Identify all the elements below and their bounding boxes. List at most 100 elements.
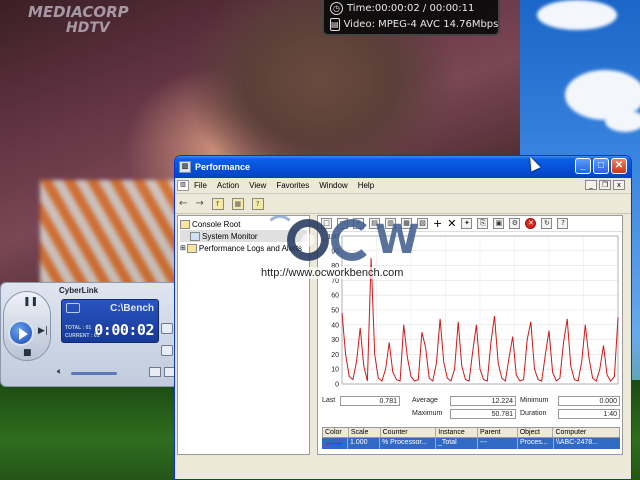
legend-cell-instance: _Total xyxy=(436,438,478,449)
legend-col-scale[interactable]: Scale xyxy=(349,428,381,437)
legend-header: Color Scale Counter Instance Parent Obje… xyxy=(322,427,620,438)
freeze-display-icon[interactable]: ✕ xyxy=(525,218,537,229)
menu-view[interactable]: View xyxy=(244,181,271,190)
legend-col-instance[interactable]: Instance xyxy=(436,428,478,437)
pause-icon[interactable]: ❚❚ xyxy=(23,297,38,307)
video-osd: ◷ Time:00:00:02 / 00:00:11 ▤ Video: MPEG-4… xyxy=(322,0,500,36)
side-button-2[interactable] xyxy=(161,345,173,356)
y-tick-label: 10 xyxy=(331,367,339,374)
maximum-value: 50.781 xyxy=(450,409,516,419)
menu-file[interactable]: File xyxy=(189,181,212,190)
mmc-icon: ▥ xyxy=(177,180,189,191)
volume-icon[interactable]: 🔈︎ xyxy=(57,367,62,377)
title-bar[interactable]: ▥ Performance _ □ ✕ xyxy=(175,156,631,178)
minimum-label: Minimum xyxy=(520,397,549,404)
mdi-controls: _ ❐ x xyxy=(585,180,625,190)
menu-favorites[interactable]: Favorites xyxy=(271,181,314,190)
mdi-minimize-button[interactable]: _ xyxy=(585,180,597,190)
y-tick-label: 40 xyxy=(331,322,339,329)
view-histogram-icon[interactable]: ▦ xyxy=(401,218,412,229)
menu-window[interactable]: Window xyxy=(314,181,352,190)
menu-action[interactable]: Action xyxy=(212,181,244,190)
minimum-value: 0.000 xyxy=(558,396,620,406)
performance-window: ▥ Performance _ □ ✕ ▥ File Action View F… xyxy=(174,155,632,480)
close-button[interactable]: ✕ xyxy=(611,158,627,174)
y-tick-label: 80 xyxy=(331,263,339,270)
tree-console-root[interactable]: Console Root xyxy=(180,218,307,230)
view-log-data-icon[interactable]: ▤ xyxy=(369,218,380,229)
properties-icon[interactable]: ⚙ xyxy=(509,218,521,229)
film-icon: ▤ xyxy=(330,17,340,31)
player-control-dial: ❚❚ ▶| ■ xyxy=(3,291,51,361)
monitor-toolbar: □ ◻ ⚡ ▤ ▥ ▦ ▧ + ✕ ✦ ⎘ ▣ ⚙ ✕ ↻ ? xyxy=(318,216,622,232)
y-tick-label: 50 xyxy=(331,308,339,315)
legend-col-object[interactable]: Object xyxy=(518,428,554,437)
tree-root-label: Console Root xyxy=(192,219,241,229)
show-tree-icon[interactable]: ▦ xyxy=(231,197,244,210)
legend-row[interactable]: 1.000 % Processor... _Total --- Proces..… xyxy=(322,438,620,449)
view-current-activity-icon[interactable]: ⚡ xyxy=(353,218,364,229)
mdi-close-button[interactable]: x xyxy=(613,180,625,190)
update-data-icon[interactable]: ↻ xyxy=(541,218,553,229)
average-label: Average xyxy=(412,397,438,404)
add-counter-icon[interactable]: + xyxy=(433,217,442,230)
duration-value: 1:40 xyxy=(558,409,620,419)
tree-performance-logs[interactable]: ⊞ Performance Logs and Alerts xyxy=(180,242,307,254)
monitor-help-icon[interactable]: ? xyxy=(557,218,569,229)
performance-app-icon: ▥ xyxy=(179,161,191,173)
osd-time: Time:00:00:02 / 00:00:11 xyxy=(347,2,475,14)
legend-col-parent[interactable]: Parent xyxy=(478,428,518,437)
view-graph-icon[interactable]: ▥ xyxy=(385,218,396,229)
side-button-1[interactable] xyxy=(161,323,173,334)
expand-icon[interactable]: ⊞ xyxy=(180,244,186,252)
legend-col-computer[interactable]: Computer xyxy=(553,428,619,437)
y-tick-label: 100 xyxy=(327,234,339,241)
y-tick-label: 60 xyxy=(331,293,339,300)
main-toolbar: ← → ↑ ▦ ? xyxy=(175,194,631,214)
player-time: 0:00:02 xyxy=(94,321,154,339)
chart-grid xyxy=(341,235,619,385)
legend-col-counter[interactable]: Counter xyxy=(381,428,437,437)
play-button[interactable] xyxy=(8,320,34,346)
y-tick-label: 20 xyxy=(331,352,339,359)
help-icon[interactable]: ? xyxy=(251,197,264,210)
volume-slider[interactable] xyxy=(71,372,117,375)
y-tick-label: 90 xyxy=(331,248,339,255)
mdi-restore-button[interactable]: ❐ xyxy=(599,180,611,190)
stop-icon[interactable]: ■ xyxy=(23,348,32,358)
clear-display-icon[interactable]: ◻ xyxy=(337,218,348,229)
screen-icon[interactable] xyxy=(149,367,161,377)
tree-system-monitor[interactable]: System Monitor xyxy=(180,230,307,242)
cloud xyxy=(537,0,617,30)
copy-properties-icon[interactable]: ⎘ xyxy=(477,218,489,229)
minimize-button[interactable]: _ xyxy=(575,158,591,174)
maximize-button[interactable]: □ xyxy=(593,158,609,174)
color-swatch xyxy=(326,443,342,444)
forward-icon[interactable]: → xyxy=(195,198,203,209)
current-label-text: CURRENT xyxy=(65,333,90,339)
player-display: C:\Bench TOTAL : 01 CURRENT : 01 0:00:02 xyxy=(61,299,159,343)
back-icon[interactable]: ← xyxy=(179,198,187,209)
next-icon[interactable]: ▶| xyxy=(38,326,48,336)
legend-cell-parent: --- xyxy=(478,438,518,449)
player-bottom-bar: 🔈︎ xyxy=(53,367,176,381)
up-folder-icon[interactable]: ↑ xyxy=(211,197,224,210)
highlight-icon[interactable]: ✦ xyxy=(461,218,473,229)
new-counter-set-icon[interactable]: □ xyxy=(321,218,332,229)
y-tick-label: 30 xyxy=(331,337,339,344)
total-label-text: TOTAL xyxy=(65,325,82,331)
duration-label: Duration xyxy=(520,410,547,417)
tree-item-label: Performance Logs and Alerts xyxy=(198,243,303,253)
cpu-line-chart: 1009080706050403020100 xyxy=(327,234,619,389)
view-report-icon[interactable]: ▧ xyxy=(417,218,428,229)
legend-cell-color xyxy=(322,438,348,449)
stats-panel: Last 0.781 Average 12.224 Minimum 0.000 … xyxy=(318,395,624,427)
menu-help[interactable]: Help xyxy=(353,181,379,190)
legend-col-color[interactable]: Color xyxy=(323,428,349,437)
tree-item-label: System Monitor xyxy=(202,231,258,241)
paste-counter-list-icon[interactable]: ▣ xyxy=(493,218,505,229)
y-tick-label: 70 xyxy=(331,278,339,285)
system-monitor-pane: □ ◻ ⚡ ▤ ▥ ▦ ▧ + ✕ ✦ ⎘ ▣ ⚙ ✕ ↻ ? 100 90 80 7… xyxy=(317,215,623,455)
delete-counter-icon[interactable]: ✕ xyxy=(447,217,456,230)
last-label: Last xyxy=(322,397,336,404)
